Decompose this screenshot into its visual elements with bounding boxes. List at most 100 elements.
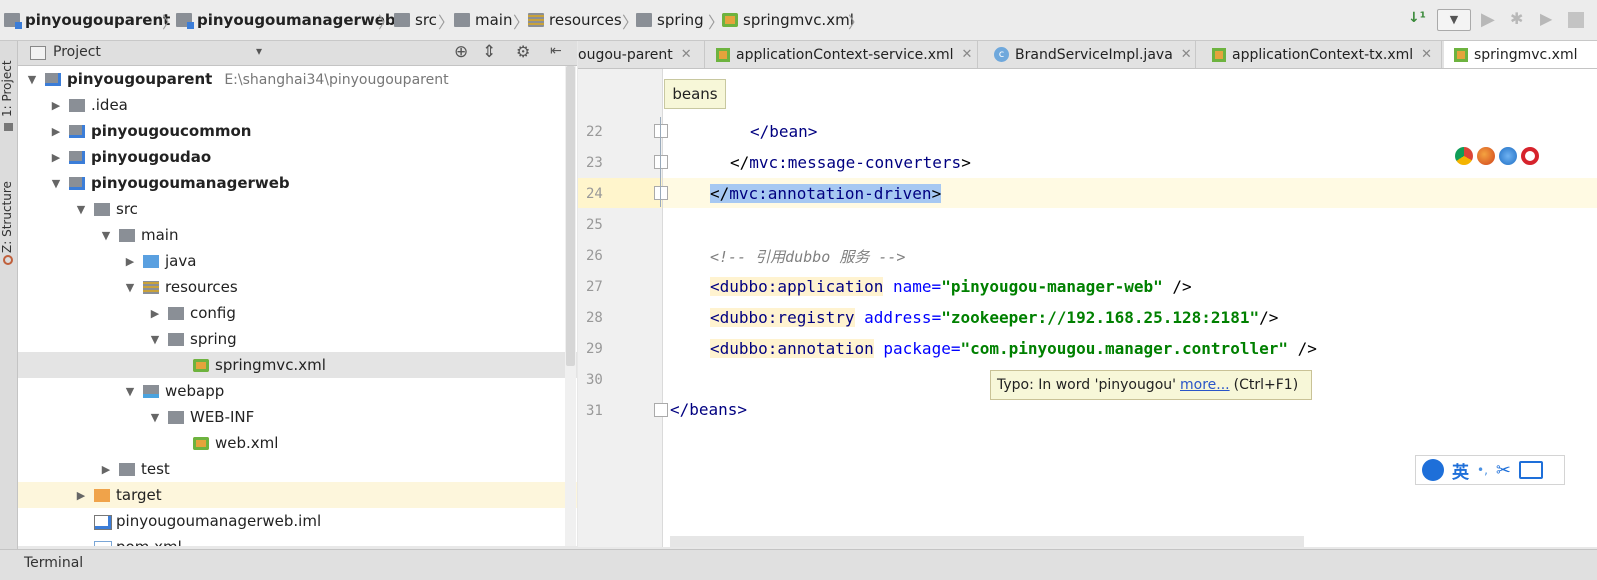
collapse-arrow-icon[interactable]: ▶ (50, 125, 62, 138)
spring-xml-file-icon (716, 47, 730, 62)
tree-item[interactable]: ▶ test (18, 456, 577, 482)
breadcrumb-item-pinyougoumanagerweb[interactable]: pinyougoumanagerweb (176, 10, 396, 30)
spring-xml-file-icon (1212, 47, 1226, 62)
keyboard-icon[interactable] (1519, 461, 1543, 479)
firefox-icon[interactable] (1477, 147, 1495, 165)
tree-item-text: java (165, 252, 196, 270)
resources-folder-icon (528, 13, 544, 27)
expand-arrow-icon[interactable]: ▼ (124, 281, 136, 294)
scroll-from-source-icon[interactable]: ⊕ (454, 42, 468, 62)
fold-marker-icon[interactable] (654, 124, 668, 138)
fold-marker-icon[interactable] (654, 403, 668, 417)
collapse-arrow-icon[interactable]: ▶ (124, 255, 136, 268)
hide-pane-icon[interactable]: ⇤ (550, 43, 562, 59)
tree-item[interactable]: ▼ webapp (18, 378, 577, 404)
close-tab-icon[interactable]: ✕ (1421, 47, 1432, 62)
project-view-dropdown-icon[interactable]: ▾ (256, 44, 262, 58)
tree-item[interactable]: ▼ spring (18, 326, 577, 352)
structure-tool-tab[interactable]: Z: Structure (0, 153, 17, 253)
spring-xml-file-icon (722, 13, 738, 27)
terminal-tab[interactable]: Terminal (24, 555, 83, 571)
tree-item[interactable]: ▶ config (18, 300, 577, 326)
safari-icon[interactable] (1499, 147, 1517, 165)
more-link[interactable]: more... (1180, 377, 1230, 393)
tree-item-text: web.xml (215, 434, 278, 452)
collapse-arrow-icon[interactable]: ▶ (50, 99, 62, 112)
expand-arrow-icon[interactable]: ▼ (50, 177, 62, 190)
chrome-icon[interactable] (1455, 147, 1473, 165)
run-configuration-dropdown[interactable]: ▼ (1437, 9, 1471, 31)
tree-item[interactable]: ▶ java (18, 248, 577, 274)
ime-logo-icon[interactable] (1422, 459, 1444, 481)
expand-arrow-icon[interactable]: ▼ (75, 203, 87, 216)
tab-applicationcontext-service[interactable]: applicationContext-service.xml ✕ (706, 41, 978, 68)
ime-toolbar: 英 •, ✂ (1415, 455, 1565, 485)
tree-item-label: spring (190, 330, 237, 348)
collapse-arrow-icon[interactable]: ▶ (149, 307, 161, 320)
update-project-icon[interactable]: ↓¹ (1408, 10, 1426, 32)
tree-item[interactable]: ▶ .idea (18, 92, 577, 118)
code-line-22: </bean> (750, 122, 818, 141)
settings-gear-icon[interactable]: ⚙ (516, 42, 530, 61)
expand-arrow-icon[interactable]: ▼ (149, 333, 161, 346)
tree-item[interactable]: ▼ pinyougoumanagerweb (18, 170, 577, 196)
editor-horizontal-scrollbar[interactable] (670, 536, 1304, 547)
tree-item-label: java (165, 252, 197, 270)
close-tab-icon[interactable]: ✕ (962, 47, 973, 62)
coverage-icon[interactable]: ▶ (1540, 9, 1552, 31)
run-icon[interactable]: ▶ (1481, 9, 1495, 31)
breadcrumb-item-resources[interactable]: resources (528, 10, 622, 30)
tree-item-label: pinyougoumanagerweb.iml (116, 512, 322, 530)
breadcrumb-item-pinyougouparent[interactable]: pinyougouparent (4, 10, 170, 30)
project-tool-tab[interactable]: 1: Project (0, 47, 17, 117)
tree-item[interactable]: web.xml (18, 430, 577, 456)
tab-applicationcontext-tx[interactable]: applicationContext-tx.xml ✕ (1198, 41, 1442, 68)
collapse-arrow-icon[interactable]: ▶ (75, 489, 87, 502)
ime-punctuation-toggle[interactable]: •, (1477, 463, 1488, 477)
tree-item[interactable]: ▼ pinyougouparent E:\shanghai34\pinyougoup… (18, 66, 577, 92)
stop-icon[interactable] (1568, 12, 1584, 28)
fold-marker-icon[interactable] (654, 155, 668, 169)
tree-item[interactable]: ▶ target (18, 482, 577, 508)
tab-pinyougou-parent[interactable]: ougou-parent ✕ (578, 41, 705, 68)
breadcrumb-item-src[interactable]: src (394, 10, 437, 30)
tree-item[interactable]: ▼ src (18, 196, 577, 222)
close-tab-icon[interactable]: ✕ (1181, 47, 1192, 62)
collapse-arrow-icon[interactable]: ▶ (100, 463, 112, 476)
ime-language-toggle[interactable]: 英 (1452, 458, 1469, 483)
project-tree-scrollbar[interactable] (565, 66, 576, 546)
tree-item-label: pinyougouparent (67, 70, 213, 88)
tree-item[interactable]: ▼ main (18, 222, 577, 248)
project-tree: ▼ pinyougouparent E:\shanghai34\pinyougoup… (18, 66, 577, 546)
xml-file-icon (193, 437, 209, 450)
collapse-all-icon[interactable]: ⇕ (482, 42, 496, 62)
tab-springmvc[interactable]: springmvc.xml (1444, 41, 1597, 68)
tree-item[interactable]: ▼ WEB-INF (18, 404, 577, 430)
expand-arrow-icon[interactable]: ▼ (26, 73, 38, 86)
tree-item[interactable]: pom.xml (18, 534, 577, 546)
folder-icon (119, 463, 135, 476)
debug-icon[interactable]: ✱ (1510, 9, 1523, 31)
breadcrumb-item-springmvc-xml[interactable]: springmvc.xml (722, 10, 854, 30)
tab-brandserviceimpl[interactable]: c BrandServiceImpl.java ✕ (980, 41, 1196, 68)
fold-marker-icon[interactable] (654, 186, 668, 200)
tree-item[interactable]: pinyougoumanagerweb.iml (18, 508, 577, 534)
chevron-right-icon: 〉 (378, 13, 395, 32)
opera-icon[interactable] (1521, 147, 1539, 165)
scrollbar-thumb[interactable] (566, 66, 575, 366)
folder-icon (168, 307, 184, 320)
scissors-icon[interactable]: ✂ (1496, 460, 1511, 481)
expand-arrow-icon[interactable]: ▼ (100, 229, 112, 242)
tree-item-text: WEB-INF (190, 408, 254, 426)
code-line-24-selected: </mvc:annotation-driven> (710, 184, 942, 203)
breadcrumb-item-main[interactable]: main (454, 10, 512, 30)
collapse-arrow-icon[interactable]: ▶ (50, 151, 62, 164)
tree-item[interactable]: ▶ pinyougoucommon (18, 118, 577, 144)
tree-item[interactable]: springmvc.xml (18, 352, 577, 378)
tree-item[interactable]: ▶ pinyougoudao (18, 144, 577, 170)
expand-arrow-icon[interactable]: ▼ (124, 385, 136, 398)
expand-arrow-icon[interactable]: ▼ (149, 411, 161, 424)
tree-item[interactable]: ▼ resources (18, 274, 577, 300)
breadcrumb-item-spring[interactable]: spring (636, 10, 704, 30)
close-tab-icon[interactable]: ✕ (681, 47, 692, 62)
